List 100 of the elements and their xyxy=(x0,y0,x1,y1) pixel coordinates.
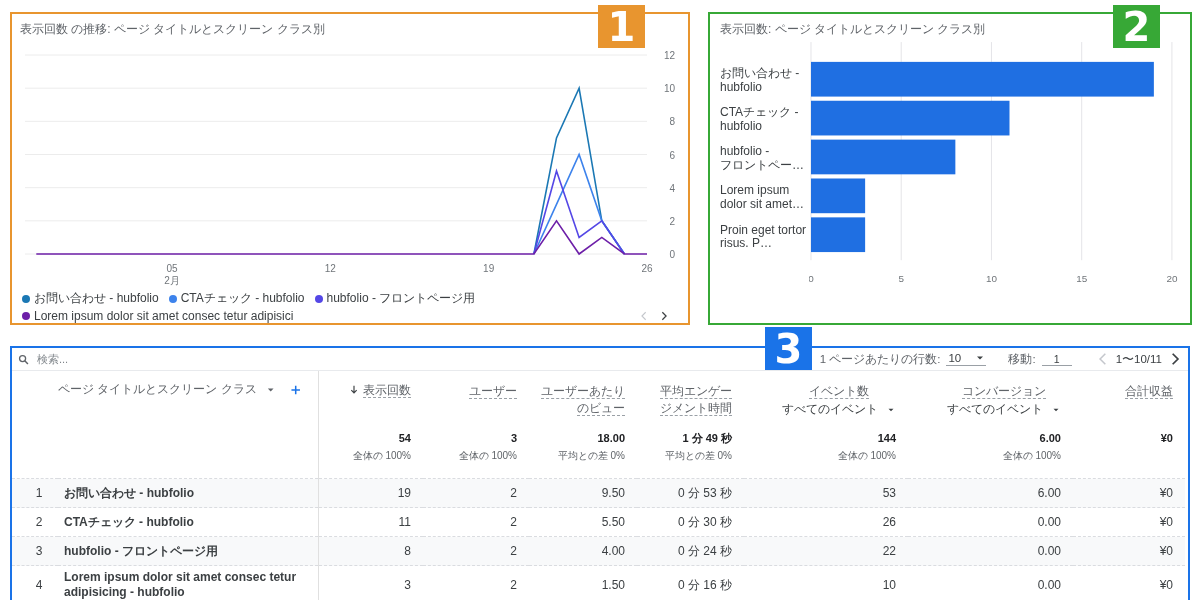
total-note: 平均との差 0% xyxy=(663,449,732,463)
axis-label: 6 xyxy=(669,149,675,161)
axis-label: 19 xyxy=(483,263,495,274)
axis-label: 10 xyxy=(663,83,675,95)
table-cell: 53 xyxy=(882,486,896,500)
column-header[interactable]: コンバージョン xyxy=(962,383,1046,400)
bar xyxy=(811,178,866,214)
axis-label: 12 xyxy=(324,263,336,274)
column-header[interactable]: 平均エンゲージメント時間 xyxy=(649,383,732,417)
legend-label: CTAチェック - hubfolio xyxy=(180,290,305,307)
row-number: 4 xyxy=(35,578,43,592)
table-cell: 2 xyxy=(510,578,517,592)
table-cell: 22 xyxy=(882,544,896,558)
go-to-label: 移動: xyxy=(1008,351,1036,367)
column-header[interactable]: イベント数 xyxy=(809,383,869,400)
chevron-left-icon xyxy=(639,311,649,321)
table-cell: hubfolio - フロントページ用 xyxy=(64,543,218,558)
table-cell: 0 分 16 秒 xyxy=(677,577,732,592)
category-label: お問い合わせ - hubfolio xyxy=(720,64,801,96)
table-cell: 2 xyxy=(510,515,517,529)
total-note: 全体の 100% xyxy=(457,449,517,463)
total-note: 全体の 100% xyxy=(836,449,896,463)
axis-label: 15 xyxy=(1076,273,1088,284)
row-number: 3 xyxy=(35,544,43,558)
callout-badge: 1 xyxy=(598,5,645,48)
total-note: 平均との差 0% xyxy=(556,449,625,463)
table-cell: 0.00 xyxy=(1037,515,1061,529)
event-filter-dropdown[interactable]: すべてのイベント xyxy=(947,401,1061,418)
total-value: 1 分 49 秒 xyxy=(681,431,732,445)
total-value: 3 xyxy=(509,431,517,445)
table-cell: ¥0 xyxy=(1159,544,1173,558)
table-cell: 11 xyxy=(398,515,411,529)
axis-label: 2 xyxy=(669,215,675,227)
table-cell: ¥0 xyxy=(1159,515,1173,529)
category-label: CTAチェック - hubfolio xyxy=(720,104,800,135)
axis-label: 2月 xyxy=(164,275,180,286)
column-header[interactable]: ユーザーあたりのビュー xyxy=(541,383,625,417)
axis-label: 5 xyxy=(898,273,905,284)
axis-label: 4 xyxy=(669,182,675,194)
legend-label: hubfolio - フロントページ用 xyxy=(326,290,476,307)
table-cell: 26 xyxy=(882,515,896,529)
category-label: Lorem ipsum dolor sit amet… xyxy=(720,182,806,214)
table-cell: 8 xyxy=(404,544,411,558)
column-header[interactable]: 表示回数 xyxy=(363,382,411,399)
table-cell: 10 xyxy=(882,578,896,592)
total-value: 144 xyxy=(876,431,896,445)
table-cell: お問い合わせ - hubfolio xyxy=(64,485,194,500)
table-cell: 0.00 xyxy=(1037,544,1061,558)
legend-label: お問い合わせ - hubfolio xyxy=(34,290,159,307)
table-cell: 4.00 xyxy=(601,544,625,558)
category-label: Proin eget tortor risus. P… xyxy=(720,221,808,253)
chevron-right-icon xyxy=(659,311,669,321)
table-cell: 0 分 30 秒 xyxy=(677,514,732,529)
axis-label: 8 xyxy=(669,116,675,128)
table-cell: ¥0 xyxy=(1159,486,1173,500)
axis-label: 0 xyxy=(809,273,814,284)
table-cell: 9.50 xyxy=(601,486,625,500)
table-cell: 19 xyxy=(397,486,411,500)
total-value: 18.00 xyxy=(596,431,625,445)
bar xyxy=(811,217,866,253)
legend-label: Lorem ipsum dolor sit amet consec tetur adipisici xyxy=(34,309,294,323)
table-cell: 0 分 53 秒 xyxy=(677,485,732,500)
table-cell: Lorem ipsum dolor sit amet consec tetur adipisicing - hubfolio xyxy=(64,570,297,599)
callout-badge: 2 xyxy=(1113,5,1160,48)
table-cell: ¥0 xyxy=(1159,578,1173,592)
total-value: ¥0 xyxy=(1159,431,1173,445)
add-icon[interactable] xyxy=(290,383,302,396)
page-input[interactable]: 1 xyxy=(1041,352,1072,366)
axis-label: 20 xyxy=(1166,273,1178,284)
row-number: 2 xyxy=(35,515,43,529)
total-note: 全体の 100% xyxy=(1001,449,1061,463)
chart-title: 表示回数 の推移: ページ タイトルとスクリーン クラス別 xyxy=(20,21,325,38)
column-header[interactable]: ユーザー xyxy=(469,383,517,400)
table-cell: 0.00 xyxy=(1037,578,1061,592)
table-cell: 1.50 xyxy=(601,578,625,592)
category-label: hubfolio - フロントペー… xyxy=(720,143,805,174)
table-cell: 5.50 xyxy=(601,515,625,529)
table-cell: 2 xyxy=(510,486,517,500)
axis-label: 05 xyxy=(166,263,178,274)
event-filter-dropdown[interactable]: すべてのイベント xyxy=(782,401,896,418)
rows-per-page-label: 1 ページあたりの行数: xyxy=(819,351,941,367)
page-range: 1〜10/11 xyxy=(1115,351,1162,367)
total-note: 全体の 100% xyxy=(351,449,411,463)
column-header[interactable]: 合計収益 xyxy=(1125,383,1173,400)
total-value: 54 xyxy=(397,431,411,445)
callout-badge: 3 xyxy=(765,327,812,370)
rows-per-page-dropdown[interactable]: 10 xyxy=(946,352,987,366)
table-cell: 3 xyxy=(404,578,411,592)
column-header: ページ タイトルとスクリーン クラス xyxy=(58,381,257,398)
row-number: 1 xyxy=(35,486,43,500)
search-icon xyxy=(18,353,29,365)
table-cell: 0 分 24 秒 xyxy=(677,543,732,558)
axis-label: 12 xyxy=(663,50,675,61)
chart-title: 表示回数: ページ タイトルとスクリーン クラス別 xyxy=(720,21,986,38)
table-cell: 6.00 xyxy=(1037,486,1061,500)
axis-label: 26 xyxy=(641,263,653,274)
axis-label: 0 xyxy=(669,249,675,260)
axis-label: 10 xyxy=(986,273,998,284)
table-cell: 2 xyxy=(510,544,517,558)
total-value: 6.00 xyxy=(1038,431,1061,445)
